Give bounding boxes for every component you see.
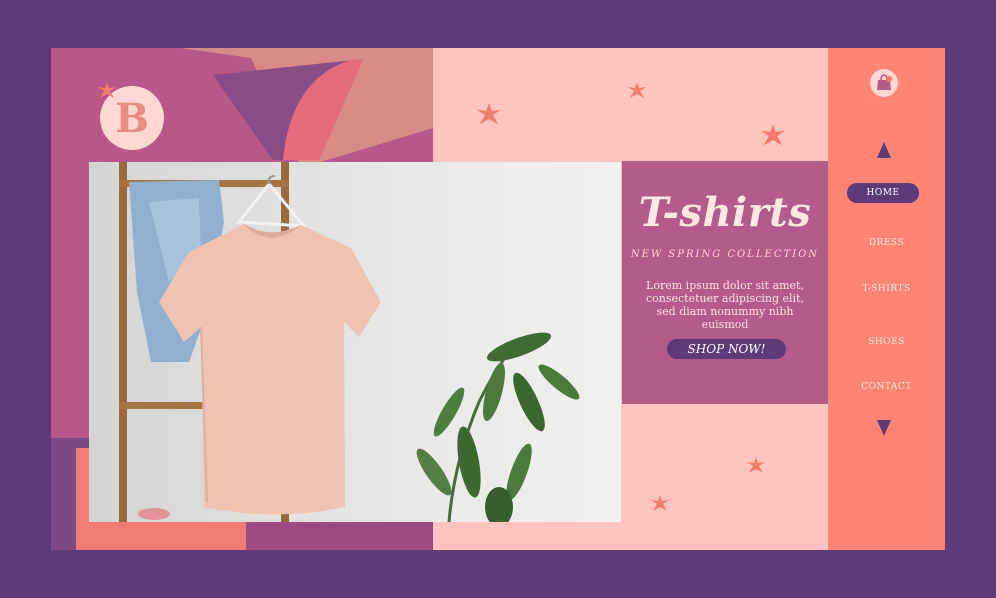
hero-card: T-shirts NEW SPRING COLLECTION Lorem ips… xyxy=(622,161,828,404)
landing-page: B T-shirts NEW SPRING COLLECTION Lorem i… xyxy=(51,48,945,550)
star-icon xyxy=(477,103,501,125)
triangle-up-icon[interactable] xyxy=(877,142,891,158)
star-icon xyxy=(651,495,669,511)
hero-title: T-shirts xyxy=(638,189,812,236)
hero-description: Lorem ipsum dolor sit amet, consectetuer… xyxy=(646,279,804,331)
nav-item-home[interactable]: HOME xyxy=(847,183,919,203)
star-icon xyxy=(98,82,116,98)
nav-item-contact[interactable]: CONTACT xyxy=(828,382,945,392)
star-icon xyxy=(761,124,785,146)
nav-item-dress[interactable]: DRESS xyxy=(828,238,945,248)
shopping-bag-icon xyxy=(877,74,892,90)
product-photo xyxy=(89,162,621,522)
nav-item-tshirts[interactable]: T-SHIRTS xyxy=(828,284,945,294)
logo-letter: B xyxy=(115,94,149,142)
triangle-down-icon[interactable] xyxy=(877,420,891,436)
tshirt-photo-illustration xyxy=(89,162,621,522)
star-icon xyxy=(747,457,765,473)
nav-item-shoes[interactable]: SHOES xyxy=(828,337,945,347)
star-icon xyxy=(628,82,646,98)
brand-logo[interactable]: B xyxy=(98,82,164,150)
side-nav: HOME DRESS T-SHIRTS SHOES CONTACT xyxy=(828,48,945,550)
cart-button[interactable] xyxy=(870,69,898,97)
shop-now-button[interactable]: SHOP NOW! xyxy=(667,339,786,359)
hero-subtitle: NEW SPRING COLLECTION xyxy=(630,249,820,260)
